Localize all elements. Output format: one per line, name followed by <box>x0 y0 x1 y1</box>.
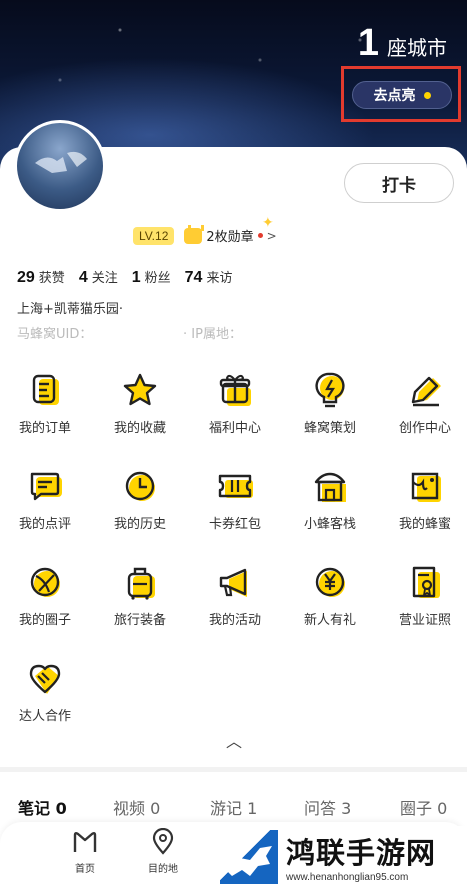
megaphone-icon <box>215 562 255 602</box>
visited-locations[interactable]: 上海+凯蒂猫乐园· <box>17 298 123 317</box>
menu-item-megaphone[interactable]: 我的活动 <box>190 562 280 628</box>
stat-following[interactable]: 4 关注 <box>79 267 118 287</box>
light-up-label: 去点亮 <box>373 88 416 104</box>
tab-travelogues[interactable]: 游记 1 <box>210 795 257 819</box>
watermark-url: www.henanhonglian95.com <box>286 872 409 883</box>
menu-item-gift[interactable]: 福利中心 <box>190 370 280 436</box>
menu-item-clock[interactable]: 我的历史 <box>95 466 185 532</box>
menu-item-bulb[interactable]: 蜂窝策划 <box>285 370 375 436</box>
city-count-unit: 座城市 <box>387 36 447 60</box>
menu-item-label: 我的收藏 <box>113 421 166 436</box>
menu-item-pen[interactable]: 创作中心 <box>380 370 467 436</box>
collapse-chevron-icon[interactable]: ︿ <box>226 728 242 752</box>
badge-row: LV.12 2枚勋章 > <box>133 224 277 245</box>
menu-item-label: 我的点评 <box>18 517 71 532</box>
notification-dot-icon <box>257 233 263 238</box>
menu-item-coin[interactable]: 新人有礼 <box>285 562 375 628</box>
order-icon <box>25 370 65 410</box>
handshake-icon <box>25 658 65 698</box>
uid-label: 马蜂窝UID： <box>17 327 93 342</box>
yellow-dot-icon <box>423 91 431 99</box>
city-count-number: 1 <box>357 22 379 64</box>
circle-icon <box>25 562 65 602</box>
medal-icon <box>184 224 205 244</box>
comment-icon <box>25 466 65 506</box>
menu-item-ticket[interactable]: 卡券红包 <box>190 466 280 532</box>
luggage-icon <box>120 562 160 602</box>
checkin-button[interactable]: 打卡 <box>344 163 454 203</box>
sparkle-icon: ✦ <box>262 215 274 231</box>
menu-item-label: 旅行装备 <box>113 613 166 628</box>
city-count: 1 座城市 <box>358 22 447 65</box>
menu-item-inn[interactable]: 小蜂客栈 <box>285 466 375 532</box>
menu-item-label: 卡券红包 <box>208 517 261 532</box>
clock-icon <box>120 466 160 506</box>
menu-item-label: 我的圈子 <box>18 613 71 628</box>
tab-notes[interactable]: 笔记 0 <box>18 795 67 819</box>
home-icon <box>73 832 97 852</box>
menu-item-label: 我的活动 <box>208 613 261 628</box>
nav-destination[interactable]: 目的地 <box>138 827 188 875</box>
license-icon <box>405 562 445 602</box>
ticket-icon <box>215 466 255 506</box>
nav-home[interactable]: 首页 <box>60 828 110 875</box>
menu-item-label: 我的订单 <box>18 421 71 436</box>
star-icon <box>120 370 160 410</box>
stat-likes[interactable]: 29 获赞 <box>17 267 65 287</box>
tab-circles[interactable]: 圈子 0 <box>400 795 447 819</box>
menu-item-comment[interactable]: 我的点评 <box>0 466 90 532</box>
menu-item-license[interactable]: 营业证照 <box>380 562 467 628</box>
menu-item-honey[interactable]: 我的蜂蜜 <box>380 466 467 532</box>
menu-item-order[interactable]: 我的订单 <box>0 370 90 436</box>
light-up-button[interactable]: 去点亮 <box>352 81 452 109</box>
pen-icon <box>405 370 445 410</box>
uid-row: 马蜂窝UID： · IP属地： <box>17 323 447 342</box>
stats-row: 29 获赞 4 关注 1 粉丝 74 来访 <box>17 267 232 287</box>
stat-followers[interactable]: 1 粉丝 <box>132 267 171 287</box>
tab-videos[interactable]: 视频 0 <box>113 795 160 819</box>
menu-item-label: 创作中心 <box>398 421 451 436</box>
stat-visitors[interactable]: 74 来访 <box>185 267 233 287</box>
watermark-title: 鸿联手游网 <box>286 836 437 870</box>
nav-destination-label: 目的地 <box>148 864 178 875</box>
medal-label: 2枚勋章 <box>206 230 254 245</box>
location-pin-icon <box>152 827 174 855</box>
honey-icon <box>405 466 445 506</box>
menu-item-star[interactable]: 我的收藏 <box>95 370 185 436</box>
menu-item-label: 新人有礼 <box>303 613 356 628</box>
light-up-highlight-box: 去点亮 <box>341 66 461 122</box>
menu-item-handshake[interactable]: 达人合作 <box>0 658 90 724</box>
coin-icon <box>310 562 350 602</box>
menu-item-label: 福利中心 <box>208 421 261 436</box>
menu-item-label: 我的历史 <box>113 517 166 532</box>
nav-home-label: 首页 <box>75 864 95 875</box>
site-watermark: 鸿联手游网 www.henanhonglian95.com <box>214 826 467 887</box>
ip-location-label: · IP属地： <box>183 327 242 342</box>
menu-item-label: 达人合作 <box>18 709 71 724</box>
menu-item-label: 蜂窝策划 <box>303 421 356 436</box>
level-badge[interactable]: LV.12 <box>133 226 175 245</box>
gift-icon <box>215 370 255 410</box>
tab-qa[interactable]: 问答 3 <box>304 795 351 819</box>
menu-item-luggage[interactable]: 旅行装备 <box>95 562 185 628</box>
inn-icon <box>310 466 350 506</box>
bull-logo-icon <box>220 829 278 884</box>
bulb-icon <box>310 370 350 410</box>
menu-item-label: 我的蜂蜜 <box>398 517 451 532</box>
avatar[interactable] <box>14 120 106 212</box>
menu-item-circle[interactable]: 我的圈子 <box>0 562 90 628</box>
menu-item-label: 小蜂客栈 <box>303 517 356 532</box>
menu-item-label: 营业证照 <box>398 613 451 628</box>
